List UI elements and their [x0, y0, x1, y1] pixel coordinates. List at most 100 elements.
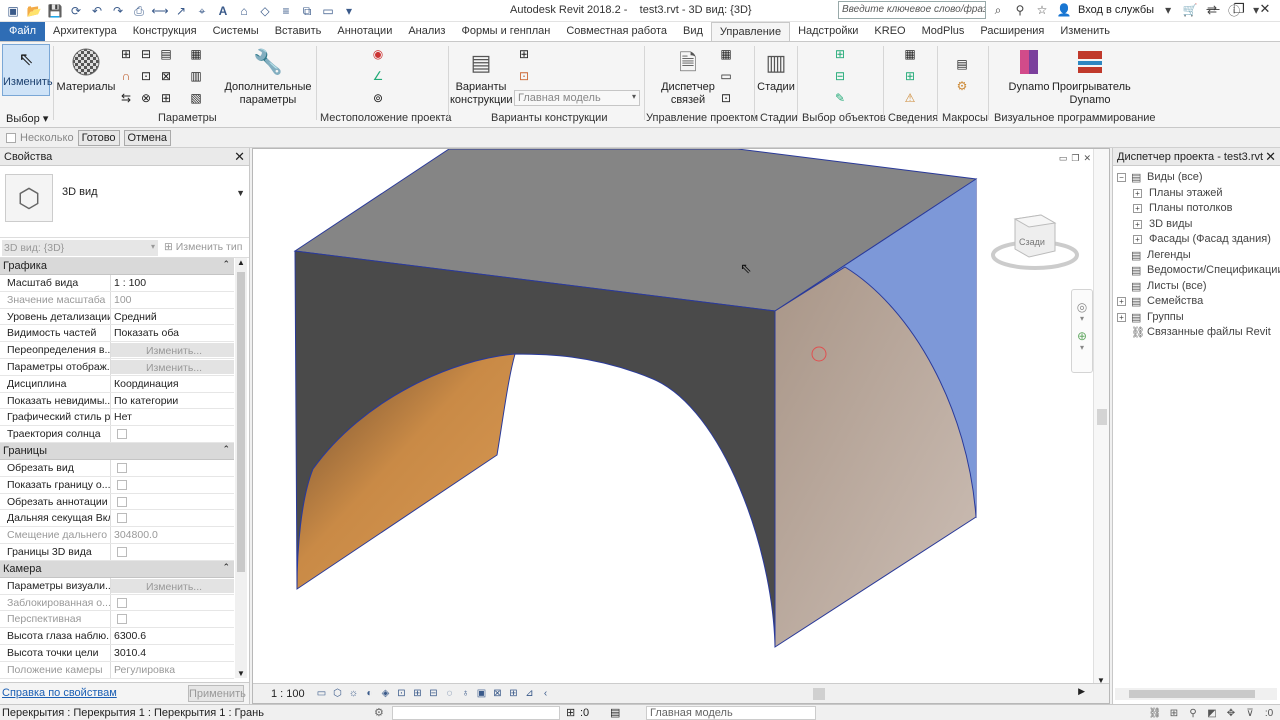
default-3d-icon[interactable]: ⌂: [235, 2, 253, 20]
thin-lines-icon[interactable]: ≡: [277, 2, 295, 20]
expand-icon[interactable]: +: [1133, 219, 1142, 229]
property-checkbox-cell[interactable]: [111, 426, 234, 442]
collapse-icon[interactable]: ⌃: [222, 562, 230, 573]
chevron-down-icon[interactable]: ▾: [1072, 343, 1092, 352]
tab-8[interactable]: Совместная работа: [558, 22, 675, 41]
purge-icon[interactable]: ⊗: [138, 90, 154, 106]
finish-button[interactable]: Готово: [77, 129, 120, 146]
property-group-header[interactable]: Камера ⌃: [0, 560, 234, 578]
property-checkbox[interactable]: [117, 429, 127, 440]
3d-viewport[interactable]: ⇖ ▭ ❐ ✕ Сзади ◎ ▾ ⊕ ▾ ▼ 1 : 100 ▭ ⬡ ☼ ◐ …: [252, 148, 1110, 704]
shared-params-icon[interactable]: ⊡: [138, 68, 154, 84]
keyword-search-input[interactable]: Введите ключевое слово/фразу: [838, 1, 986, 19]
macro-manager-icon[interactable]: ▤: [954, 56, 970, 72]
expand-icon[interactable]: +: [1133, 204, 1142, 213]
modify-button[interactable]: ⇖ Изменить: [2, 44, 53, 96]
browser-node[interactable]: + ▤ Семейства: [1113, 294, 1280, 310]
property-checkbox-cell[interactable]: [111, 460, 234, 476]
collapse-icon[interactable]: −: [1117, 173, 1126, 182]
workset-selector[interactable]: [392, 706, 560, 720]
viewport-vertical-scrollbar[interactable]: ▼: [1093, 149, 1109, 687]
browser-node[interactable]: + Планы потолков: [1113, 201, 1280, 217]
tab-14[interactable]: Расширения: [972, 22, 1052, 41]
position-icon[interactable]: ⊚: [370, 90, 386, 106]
property-value[interactable]: Показать оба: [111, 325, 234, 341]
temp-hide-icon[interactable]: ◌: [443, 687, 456, 700]
drag-elements-icon[interactable]: ✥: [1224, 706, 1238, 720]
redo-icon[interactable]: ↷: [109, 2, 127, 20]
property-group-header[interactable]: Графика ⌃: [0, 258, 234, 275]
minimize-icon[interactable]: —: [1202, 1, 1224, 17]
starting-view-icon[interactable]: ▭: [718, 68, 734, 84]
browser-node[interactable]: ⛓ Связанные файлы Revit: [1113, 325, 1280, 341]
tab-12[interactable]: KREO: [866, 22, 913, 41]
browser-horizontal-scrollbar[interactable]: [1115, 688, 1277, 700]
active-design-option[interactable]: Главная модель: [646, 706, 816, 720]
tag-icon[interactable]: ⌖: [193, 2, 211, 20]
star-icon[interactable]: ☆: [1034, 2, 1050, 18]
browser-node[interactable]: + Фасады (Фасад здания): [1113, 232, 1280, 248]
expand-icon[interactable]: +: [1117, 312, 1126, 322]
tab-2[interactable]: Конструкция: [125, 22, 205, 41]
visual-style-icon[interactable]: ⬡: [331, 687, 344, 700]
property-value[interactable]: Средний: [111, 309, 234, 325]
tab-15[interactable]: Изменить: [1052, 22, 1118, 41]
collapse-icon[interactable]: ⌃: [222, 259, 230, 270]
collapse-icon[interactable]: ⌃: [222, 444, 230, 455]
tab-7[interactable]: Формы и генплан: [453, 22, 558, 41]
tab-0[interactable]: Файл: [0, 22, 46, 41]
property-checkbox-cell[interactable]: [111, 494, 234, 510]
scrollbar-thumb[interactable]: [237, 272, 245, 572]
additional-settings-button[interactable]: 🔧 Дополнительные параметры: [222, 44, 314, 107]
browser-node[interactable]: ▤ Ведомости/Спецификации (в: [1113, 263, 1280, 279]
highlight-displacement-icon[interactable]: ⊿: [523, 687, 536, 700]
close-icon[interactable]: ✕: [1265, 149, 1276, 165]
type-selector[interactable]: ⬡ 3D вид ▼: [0, 166, 249, 238]
property-checkbox[interactable]: [117, 496, 127, 507]
save-selection-icon[interactable]: ⊞: [832, 46, 848, 62]
panel-schedules-icon[interactable]: ▧: [188, 90, 204, 106]
design-options-button[interactable]: ▤ Варианты конструкции: [450, 44, 513, 107]
expand-icon[interactable]: +: [1133, 188, 1142, 198]
temp-view-props-icon[interactable]: ▣: [475, 687, 488, 700]
structural-settings-icon[interactable]: ▦: [188, 46, 204, 62]
user-icon[interactable]: 👤: [1056, 2, 1072, 18]
view-scale[interactable]: 1 : 100: [271, 688, 305, 700]
macro-security-icon[interactable]: ⚙: [954, 78, 970, 94]
worksets-icon[interactable]: ⚙: [374, 706, 384, 719]
coordinates-icon[interactable]: ∠: [370, 68, 386, 84]
browser-node[interactable]: ▤ Легенды: [1113, 248, 1280, 264]
manage-links-button[interactable]: 🗎 Диспетчер связей: [658, 44, 718, 107]
property-value[interactable]: Координация: [111, 376, 234, 392]
signin-link[interactable]: Вход в службы: [1078, 4, 1154, 16]
expand-icon[interactable]: +: [1117, 297, 1126, 306]
browser-node[interactable]: + Планы этажей: [1113, 186, 1280, 202]
reveal-hidden-icon[interactable]: ♁: [459, 687, 472, 700]
chevron-down-icon[interactable]: ▾: [1072, 314, 1092, 323]
restore-view-icon[interactable]: ❐: [1071, 153, 1079, 164]
manage-images-icon[interactable]: ▦: [718, 46, 734, 62]
viewcube[interactable]: Сзади: [991, 207, 1083, 273]
analytical-model-icon[interactable]: ⊞: [507, 687, 520, 700]
select-underlay-icon[interactable]: ⊞: [1167, 706, 1181, 720]
property-value[interactable]: Нет: [111, 409, 234, 425]
select-pinned-icon[interactable]: ⚲: [1186, 706, 1200, 720]
tab-6[interactable]: Анализ: [400, 22, 453, 41]
property-checkbox[interactable]: [117, 462, 127, 473]
property-checkbox-cell[interactable]: [111, 477, 234, 493]
tab-1[interactable]: Архитектура: [45, 22, 125, 41]
snaps-icon[interactable]: ⊟: [138, 46, 154, 62]
multiple-checkbox[interactable]: [6, 132, 16, 143]
select-links-icon[interactable]: ⛓: [1148, 706, 1162, 720]
lock-3d-icon[interactable]: ⊟: [427, 687, 440, 700]
scrollbar-thumb[interactable]: [1097, 409, 1107, 425]
switch-windows-icon[interactable]: ▭: [319, 2, 337, 20]
cart-icon[interactable]: 🛒: [1182, 2, 1198, 18]
dimension-icon[interactable]: ↗: [172, 2, 190, 20]
section-icon[interactable]: ◇: [256, 2, 274, 20]
property-value[interactable]: 3010.4: [111, 645, 234, 661]
detail-level-icon[interactable]: ▭: [315, 687, 328, 700]
properties-help-link[interactable]: Справка по свойствам: [2, 687, 117, 699]
properties-scrollbar[interactable]: ▲ ▼: [235, 258, 247, 678]
open-icon[interactable]: 📂: [25, 2, 43, 20]
